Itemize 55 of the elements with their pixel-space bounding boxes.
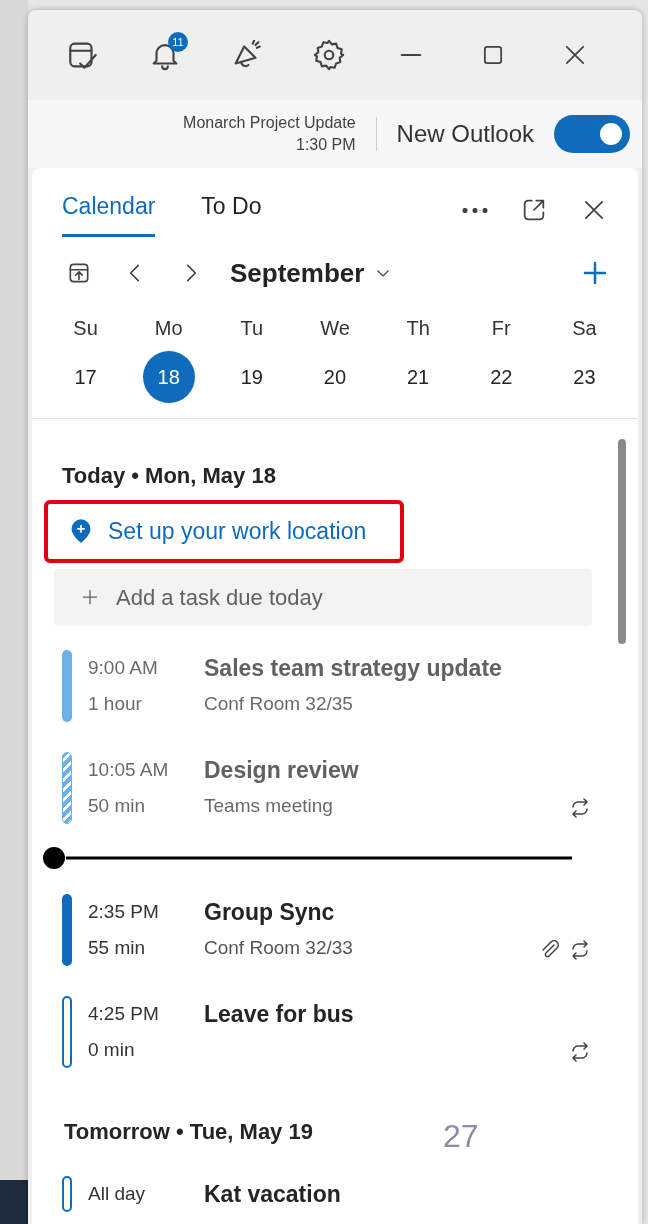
event-title: Kat vacation — [204, 1179, 342, 1209]
event-duration: 0 min — [88, 1037, 136, 1062]
event-item[interactable]: 10:05 AM 50 min Design review Teams meeting — [54, 735, 592, 838]
toggle-label: New Outlook — [396, 119, 534, 149]
page-number: 27 — [442, 1116, 479, 1156]
event-time: All day — [88, 1181, 147, 1206]
weekday-label: Th — [405, 316, 431, 341]
plus-icon — [80, 587, 100, 607]
date-button[interactable]: 21 — [392, 351, 445, 403]
weekday-label: Mo — [153, 316, 184, 341]
event-item[interactable]: 2:35 PM 55 min Group Sync Conf Room 32/33 — [54, 877, 592, 980]
next-meeting-time: 1:30 PM — [295, 135, 356, 155]
month-dropdown[interactable]: September — [230, 253, 393, 293]
date-button[interactable]: 20 — [309, 351, 361, 403]
more-icon — [462, 207, 488, 213]
date-button[interactable]: 22 — [475, 351, 528, 403]
event-duration: 1 hour — [88, 691, 143, 716]
tab[interactable]: Calendar — [62, 183, 156, 237]
date-button[interactable]: 23 — [558, 351, 611, 403]
toggle-switch[interactable] — [554, 115, 630, 153]
work-location-link[interactable]: Set up your work location — [44, 500, 405, 563]
event-location: Conf Room 32/35 — [204, 691, 354, 716]
scrollbar[interactable] — [618, 439, 626, 644]
event-location: Conf Room 32/33 — [204, 935, 354, 960]
add-task-field[interactable]: Add a task due today — [54, 568, 592, 626]
event-time: 10:05 AM — [88, 757, 170, 782]
settings-icon — [312, 38, 346, 72]
event-duration: 55 min — [88, 935, 147, 960]
event-item[interactable]: All day Kat vacation — [54, 1159, 592, 1212]
event-title: Sales team strategy update — [204, 653, 503, 683]
event-time: 4:25 PM — [88, 1001, 160, 1026]
notifications-button[interactable]: 11 — [124, 30, 206, 80]
desktop-taskbar — [0, 1180, 28, 1224]
event-title: Leave for bus — [204, 999, 355, 1029]
date-button[interactable]: 19 — [225, 351, 278, 403]
event-location: Teams meeting — [204, 793, 334, 818]
event-duration: 50 min — [88, 793, 147, 818]
event-title: Group Sync — [204, 897, 336, 927]
event-item[interactable]: 4:25 PM 0 min Leave for bus — [54, 979, 592, 1082]
date-button[interactable]: 17 — [59, 351, 112, 403]
notification-count: 11 — [168, 32, 188, 52]
weekday-label: Tu — [239, 316, 265, 341]
day-heading: Tomorrow • Tue, May 19 — [64, 1118, 313, 1146]
event-time: 2:35 PM — [88, 899, 160, 924]
event-item[interactable]: 9:00 AM 1 hour Sales team strategy update Conf Room 32/35 — [54, 633, 592, 736]
date-button[interactable]: 18 — [142, 351, 195, 403]
weekday-label: We — [319, 316, 351, 341]
weekday-label: Su — [72, 316, 99, 341]
event-title: Design review — [204, 755, 360, 785]
weekday-label: Fr — [490, 316, 512, 341]
next-meeting-title[interactable]: Monarch Project Update — [183, 111, 356, 134]
event-time: 9:00 AM — [88, 655, 159, 680]
day-heading: Today • Mon, May 18 — [62, 462, 277, 490]
tab[interactable]: To Do — [201, 183, 262, 237]
weekday-label: Sa — [571, 316, 598, 341]
